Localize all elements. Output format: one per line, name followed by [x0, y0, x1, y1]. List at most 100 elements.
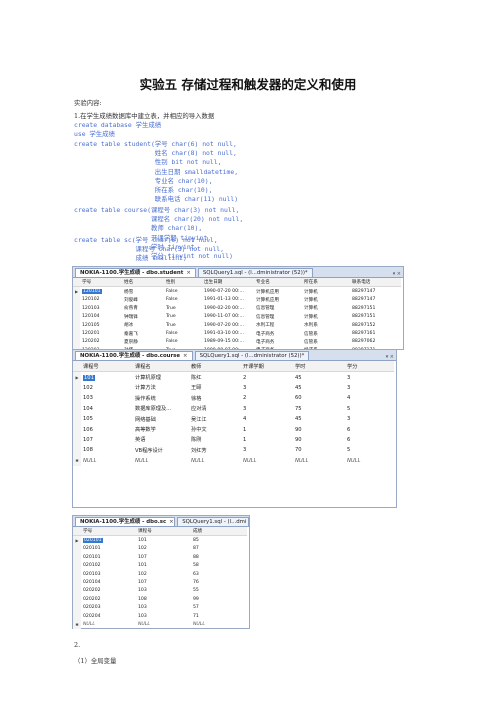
grid-cell[interactable]: 120201	[80, 329, 122, 337]
grid-cell[interactable]: 吴江江	[189, 414, 241, 424]
column-header[interactable]: 课程号	[136, 527, 191, 537]
table-row[interactable]: 020204 103 71	[73, 611, 247, 621]
grid-cell[interactable]: 3	[345, 383, 394, 393]
grid-cell[interactable]: NULL	[189, 456, 241, 466]
table-row[interactable]: 020202 103 55	[73, 586, 247, 596]
grid-cell[interactable]: 85	[191, 536, 247, 545]
column-header[interactable]: 开课学期	[241, 361, 293, 373]
grid-cell[interactable]: 107	[81, 435, 133, 445]
grid-cell[interactable]: 020103	[81, 570, 136, 578]
grid-cell[interactable]: 103	[136, 587, 191, 595]
grid-cell[interactable]: 45	[293, 414, 345, 424]
grid-cell[interactable]: 120105	[80, 321, 122, 329]
column-header[interactable]: 性别	[164, 278, 202, 288]
grid-cell[interactable]: 102	[136, 570, 191, 578]
grid-cell[interactable]: NULL	[136, 620, 191, 628]
grid-cell[interactable]: 020101	[81, 536, 136, 545]
grid-cell[interactable]: 陈红	[189, 372, 241, 383]
grid-cell[interactable]: NULL	[345, 456, 394, 466]
grid-cell[interactable]: 计算机	[302, 304, 350, 312]
grid-cell[interactable]: False	[164, 338, 202, 346]
grid-cell[interactable]: 徐格	[189, 393, 241, 403]
grid-cell[interactable]: 120102	[80, 296, 122, 304]
grid-cell[interactable]: 106	[81, 424, 133, 434]
grid-cell[interactable]: 胡冰	[122, 321, 164, 329]
tab-course-table[interactable]: NOKIA-1100.学生成绩 - dbo.course ×	[75, 351, 193, 360]
window-controls-icon[interactable]: ▾ ×	[393, 271, 403, 277]
grid-cell[interactable]: 104	[81, 404, 133, 414]
grid-cell[interactable]: 信息管理	[254, 304, 302, 312]
row-selector[interactable]	[73, 553, 81, 562]
grid-cell[interactable]: 网络基础	[133, 414, 189, 424]
grid-cell[interactable]: 计算方法	[133, 383, 189, 393]
grid-cell[interactable]: 120101	[80, 287, 122, 296]
close-icon[interactable]: ×	[183, 353, 188, 359]
window-controls-icon[interactable]: ▾ ×	[386, 354, 396, 360]
column-header[interactable]: 教师	[189, 361, 241, 373]
grid-cell[interactable]: 4	[345, 393, 394, 403]
grid-cell[interactable]: 2	[241, 393, 293, 403]
grid-cell[interactable]: 020101	[81, 545, 136, 553]
grid-cell[interactable]: 88297151	[350, 313, 401, 321]
row-selector[interactable]	[73, 320, 80, 330]
table-row[interactable]: 103 操作系统 徐格 2 60 4	[73, 393, 394, 404]
row-selector[interactable]	[73, 578, 81, 587]
close-icon[interactable]: ×	[169, 519, 174, 525]
table-row[interactable]: 020103 102 63	[73, 569, 247, 579]
grid-cell[interactable]: 020204	[81, 612, 136, 620]
grid-cell[interactable]: 水利系	[302, 321, 350, 329]
grid-cell[interactable]: 70	[293, 445, 345, 455]
grid-cell[interactable]: NULL	[241, 456, 293, 466]
column-header[interactable]: 专业名	[254, 278, 302, 288]
grid-cell[interactable]: 102	[136, 545, 191, 553]
grid-cell[interactable]: 俞燕青	[122, 304, 164, 312]
column-header[interactable]: 课程号	[81, 361, 133, 373]
grid-cell[interactable]: NULL	[293, 456, 345, 466]
grid-cell[interactable]: 1990-07-20 00:...	[202, 321, 254, 329]
row-selector[interactable]	[73, 434, 81, 446]
grid-cell[interactable]: 120104	[80, 313, 122, 321]
grid-cell[interactable]: 秦嘉飞	[122, 329, 164, 337]
grid-cell[interactable]: False	[164, 329, 202, 337]
grid-cell[interactable]: 45	[293, 372, 345, 383]
grid-cell[interactable]: 103	[136, 604, 191, 612]
table-row[interactable]: 020202 108 99	[73, 595, 247, 604]
table-row[interactable]: 107 英语 陈刚 1 90 6	[73, 434, 394, 446]
tab-sc-table[interactable]: NOKIA-1100.学生成绩 - dbo.sc ×	[75, 517, 176, 526]
current-row-arrow-icon[interactable]: ▶	[73, 535, 81, 545]
grid-cell[interactable]: 陈刚	[189, 435, 241, 445]
grid-cell[interactable]: 020102	[81, 562, 136, 570]
tab-sql-query[interactable]: SQLQuery1.sql - (l...dministrator (52))*	[197, 268, 313, 277]
grid-cell[interactable]: True	[164, 304, 202, 312]
grid-cell[interactable]: 2	[241, 372, 293, 383]
grid-cell[interactable]: 020104	[81, 578, 136, 586]
grid-cell[interactable]: 1990-07-20 00:...	[202, 287, 254, 296]
grid-cell[interactable]: 75	[293, 404, 345, 414]
row-selector[interactable]	[73, 413, 81, 425]
grid-cell[interactable]: 101	[136, 562, 191, 570]
current-row-arrow-icon[interactable]: ▶	[73, 286, 80, 296]
grid-cell[interactable]: 3	[241, 445, 293, 455]
grid-cell[interactable]: 水利工程	[254, 321, 302, 329]
grid-cell[interactable]: True	[164, 313, 202, 321]
row-selector[interactable]	[73, 544, 81, 554]
grid-cell[interactable]: 101	[81, 372, 133, 383]
grid-cell[interactable]: 6	[345, 424, 394, 434]
grid-cell[interactable]: 计算机	[302, 296, 350, 304]
grid-cell[interactable]: 3	[241, 404, 293, 414]
column-header[interactable]: 姓名	[122, 278, 164, 288]
grid-cell[interactable]: 信管系	[302, 338, 350, 346]
table-row[interactable]: 102 计算方法 王颐 3 45 3	[73, 382, 394, 394]
grid-cell[interactable]: 101	[136, 536, 191, 545]
grid-cell[interactable]: 高等数学	[133, 424, 189, 434]
column-header[interactable]: 学号	[81, 527, 136, 537]
grid-cell[interactable]: 90	[293, 435, 345, 445]
grid-cell[interactable]: 3	[345, 372, 394, 383]
grid-cell[interactable]: 90	[293, 424, 345, 434]
grid-cell[interactable]: 57	[191, 604, 247, 612]
course-data-grid[interactable]: 课程号 课程名 教师 开课学期 学时 学分 ▶ 101 计算机原理 陈红 2 45 3 102 计算方法 王颐…	[73, 361, 394, 466]
grid-cell[interactable]: 88	[191, 553, 247, 561]
row-selector[interactable]	[73, 595, 81, 604]
row-selector[interactable]	[73, 295, 80, 305]
grid-cell[interactable]: 计算机	[302, 313, 350, 321]
